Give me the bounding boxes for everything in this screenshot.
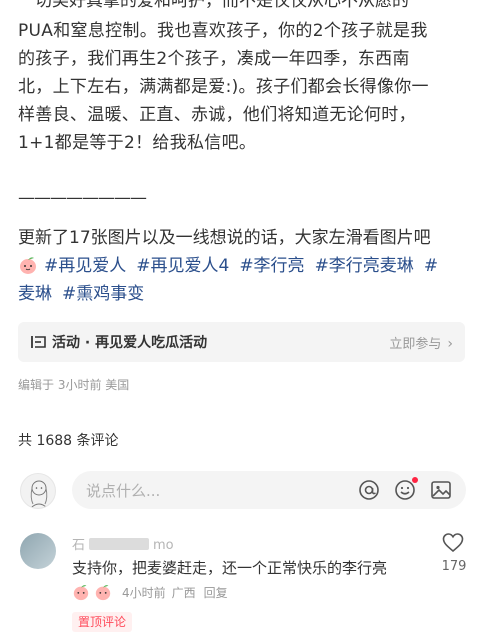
peach-emoji-icon xyxy=(95,585,111,601)
post-text-line: 1+1都是等于2！给我私信吧。 xyxy=(18,133,257,153)
commenter-avatar[interactable] xyxy=(20,533,56,569)
commenter-name-suffix: mo xyxy=(153,538,174,553)
chevron-right-icon: › xyxy=(447,335,453,352)
post-body: PUA和窒息控制。我也喜欢孩子，你的2个孩子就是我 的孩子，我们再生2个孩子，凑… xyxy=(18,17,470,157)
post-text-line: 的孩子，我们再生2个孩子，凑成一年四季，东西南 xyxy=(18,49,410,69)
notification-dot xyxy=(412,477,418,483)
peach-emoji-icon xyxy=(73,585,89,601)
activity-label: 活动 · 再见爱人吃瓜活动 xyxy=(52,335,208,351)
hashtag-row: 麦琳 #熏鸡事变 xyxy=(18,280,154,308)
avatar-sketch-icon xyxy=(30,480,48,508)
hashtag-link[interactable]: #再见爱人4 xyxy=(136,256,229,276)
reply-button[interactable]: 回复 xyxy=(204,584,228,601)
hashtag-link[interactable]: # xyxy=(424,256,438,276)
heart-icon xyxy=(442,533,464,553)
emoji-icon[interactable] xyxy=(394,477,418,501)
mention-icon[interactable] xyxy=(358,479,380,501)
update-note: 更新了17张图片以及一线想说的话，大家左滑看图片吧 xyxy=(18,228,431,248)
commenter-name[interactable]: 石 mo xyxy=(72,534,174,553)
post-edit-meta: 编辑于 3小时前 美国 xyxy=(18,378,130,392)
comment-meta: 4小时前 广西 回复 xyxy=(72,583,228,601)
like-button[interactable] xyxy=(440,533,466,557)
redacted-name-block xyxy=(89,538,150,550)
comment-input-placeholder: 说点什么... xyxy=(86,481,161,500)
comment-text: 支持你，把麦婆赶走，还一个正常快乐的李行亮 xyxy=(72,559,388,577)
like-count: 179 xyxy=(441,559,467,574)
post-text-line: 样善良、温暖、正直、赤诚，他们将知道无论何时， xyxy=(18,105,416,125)
comment-input[interactable]: 说点什么... xyxy=(72,471,466,509)
image-icon[interactable] xyxy=(430,479,452,501)
post-text-cut-line: 一切美好真挚的爱和呵护，而不是仅仅从心不从愿的 xyxy=(18,0,409,11)
hashtag-link[interactable]: 麦琳 xyxy=(18,284,52,304)
pinned-comment-badge: 置顶评论 xyxy=(72,612,133,632)
hashtag-link[interactable]: #熏鸡事变 xyxy=(62,284,144,304)
post-text-line: 北，上下左右，满满都是爱:)。孩子们都会长得像你一 xyxy=(18,77,429,97)
comment-count: 共 1688 条评论 xyxy=(18,433,119,449)
comment-location: 广西 xyxy=(171,585,196,600)
peach-emoji-icon xyxy=(20,257,36,274)
current-user-avatar[interactable] xyxy=(20,473,56,509)
hashtag-link[interactable]: #李行亮 xyxy=(239,256,304,276)
hashtag-link[interactable]: #再见爱人 xyxy=(44,256,126,276)
join-activity-button[interactable]: 立即参与 › xyxy=(389,333,453,352)
commenter-name-prefix: 石 xyxy=(72,538,86,553)
activity-card[interactable]: 活动 · 再见爱人吃瓜活动 立即参与 › xyxy=(18,322,465,362)
hashtag-row: #再见爱人 #再见爱人4 #李行亮 #李行亮麦琳 # xyxy=(18,252,438,280)
activity-flag-icon xyxy=(31,336,46,348)
post-text-line: PUA和窒息控制。我也喜欢孩子，你的2个孩子就是我 xyxy=(18,21,428,41)
hashtag-link[interactable]: #李行亮麦琳 xyxy=(315,256,414,276)
join-activity-label: 立即参与 xyxy=(389,336,442,352)
comment-time: 4小时前 xyxy=(122,585,166,600)
text-divider: ———————— xyxy=(18,188,147,208)
